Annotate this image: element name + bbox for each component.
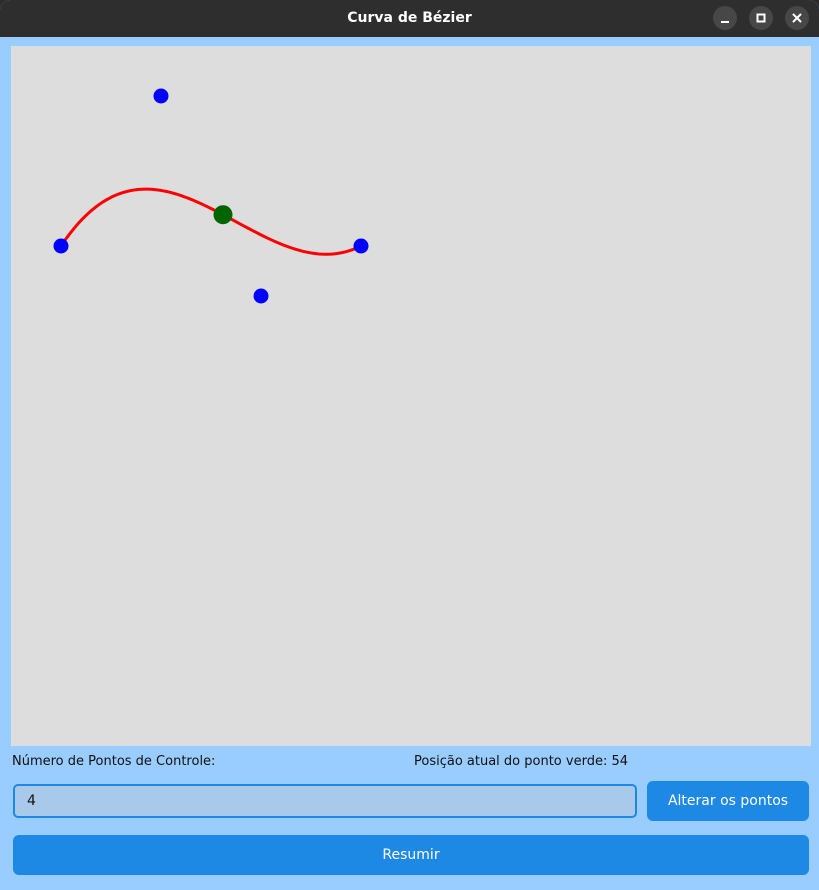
resume-button[interactable]: Resumir bbox=[13, 835, 809, 875]
control-points-count-input[interactable] bbox=[13, 784, 637, 818]
title-bar: Curva de Bézier bbox=[0, 0, 819, 37]
control-point-3[interactable] bbox=[253, 288, 269, 304]
green-point-position-label: Posição atual do ponto verde: 54 bbox=[414, 754, 629, 769]
maximize-button[interactable] bbox=[749, 6, 773, 30]
minimize-button[interactable] bbox=[713, 6, 737, 30]
moving-green-point bbox=[213, 205, 233, 225]
app-window: Curva de Bézier Número de Pontos de Cont… bbox=[0, 0, 819, 890]
window-title: Curva de Bézier bbox=[347, 10, 472, 26]
control-point-4[interactable] bbox=[353, 238, 369, 254]
control-points-count-label: Número de Pontos de Controle: bbox=[12, 754, 216, 769]
change-points-button[interactable]: Alterar os pontos bbox=[647, 781, 809, 821]
bezier-plot bbox=[53, 88, 369, 304]
minimize-icon bbox=[721, 21, 729, 23]
control-point-1[interactable] bbox=[53, 238, 69, 254]
maximize-icon bbox=[756, 13, 766, 23]
drawing-canvas[interactable] bbox=[11, 46, 811, 746]
control-point-2[interactable] bbox=[153, 88, 169, 104]
bezier-curve bbox=[59, 187, 362, 256]
close-button[interactable] bbox=[785, 6, 809, 30]
close-icon bbox=[792, 13, 802, 23]
